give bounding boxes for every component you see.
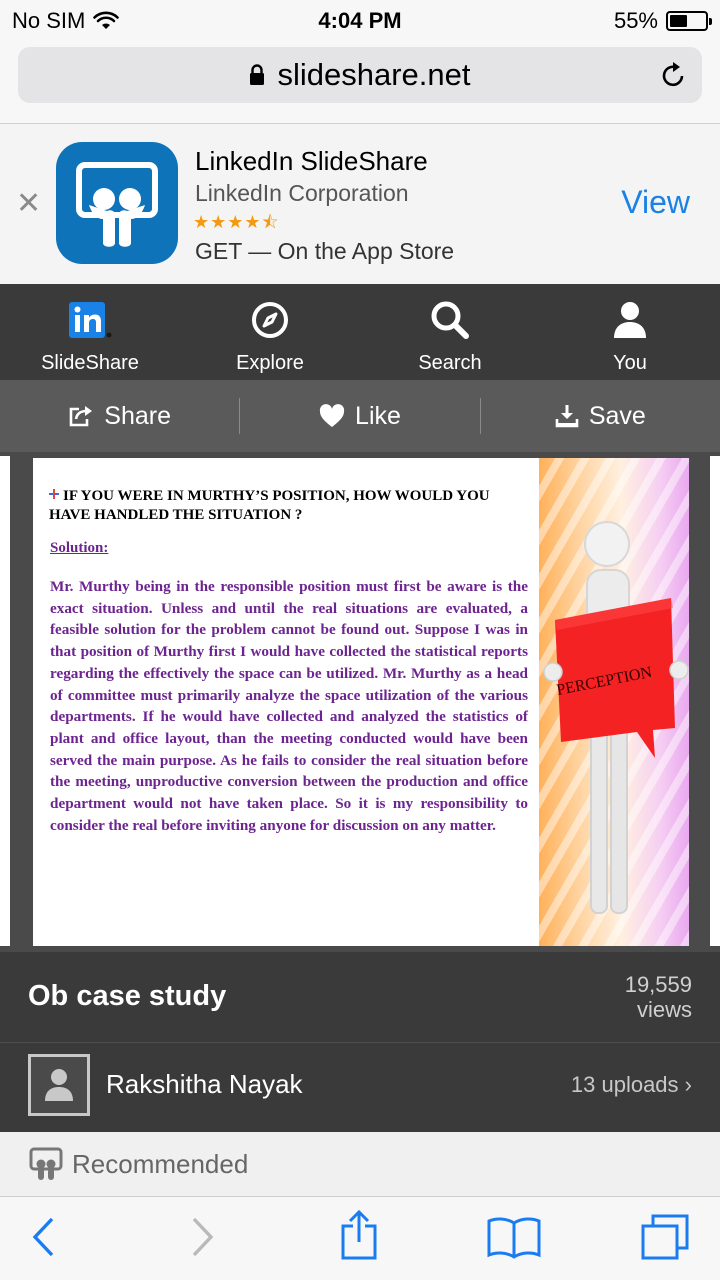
share-sheet-icon[interactable] xyxy=(338,1209,380,1261)
slide-body-text: Mr. Murthy being in the responsible posi… xyxy=(50,578,528,834)
uploads-count: 13 uploads xyxy=(570,1072,679,1097)
nav-label-you: You xyxy=(613,352,647,374)
view-button[interactable]: View xyxy=(621,184,690,221)
action-bar: Share Like Save xyxy=(0,380,720,452)
user-icon xyxy=(614,302,646,338)
clock: 4:04 PM xyxy=(318,8,402,33)
browser-toolbar xyxy=(0,1196,720,1280)
app-developer: LinkedIn Corporation xyxy=(195,180,409,206)
user-avatar-icon xyxy=(45,1069,73,1101)
back-icon[interactable] xyxy=(30,1213,56,1261)
nav-item-slideshare[interactable]: SlideShare xyxy=(0,284,180,380)
battery-icon xyxy=(666,11,712,31)
save-button[interactable]: Save xyxy=(481,402,720,431)
nav-item-you[interactable]: You xyxy=(540,284,720,380)
bookmarks-icon[interactable] xyxy=(486,1215,542,1259)
like-button[interactable]: Like xyxy=(240,402,479,431)
share-button[interactable]: Share xyxy=(0,402,239,431)
nav-item-explore[interactable]: Explore xyxy=(180,284,360,380)
next-slide-peek[interactable] xyxy=(710,456,720,946)
compass-icon xyxy=(252,302,288,338)
slide-page: IF YOU WERE IN MURTHY’S POSITION, HOW WO… xyxy=(33,458,689,946)
share-label: Share xyxy=(104,401,172,430)
battery-fill xyxy=(670,15,687,27)
recommended-header: Recommended xyxy=(0,1132,720,1196)
divider xyxy=(0,1042,720,1043)
close-banner-icon[interactable]: ✕ xyxy=(16,189,41,219)
like-label: Like xyxy=(355,401,401,430)
url-text: slideshare.net xyxy=(277,57,471,92)
previous-slide-peek[interactable] xyxy=(0,456,10,946)
recommended-label: Recommended xyxy=(72,1148,249,1179)
status-bar: No SIM 4:04 PM 55% xyxy=(0,0,720,40)
download-icon xyxy=(555,405,579,428)
address-bar[interactable]: slideshare.net xyxy=(18,47,702,103)
perception-illustration: PERCEPTION xyxy=(539,458,689,946)
avatar[interactable] xyxy=(28,1054,90,1116)
reload-icon[interactable] xyxy=(660,59,688,89)
slide-viewer[interactable]: IF YOU WERE IN MURTHY’S POSITION, HOW WO… xyxy=(0,452,720,952)
linkedin-icon xyxy=(69,302,112,338)
app-store-text: GET — On the App Store xyxy=(195,238,455,264)
forward-icon[interactable] xyxy=(190,1213,216,1261)
author-name[interactable]: Rakshitha Nayak xyxy=(106,1069,303,1100)
presentation-info: Ob case study 19,559 views Rakshitha Nay… xyxy=(0,952,720,1132)
rating-stars: ★★★★⯪ xyxy=(193,212,280,232)
slideshare-nav: SlideShare Explore Search You xyxy=(0,284,720,380)
presentation-title: Ob case study xyxy=(28,980,227,1012)
views-label: views xyxy=(636,997,692,1022)
battery-group: 55% xyxy=(613,8,712,34)
address-bar-container: slideshare.net xyxy=(0,40,720,124)
save-label: Save xyxy=(588,401,646,430)
view-count: 19,559 views xyxy=(625,972,692,1022)
solution-heading: Solution: xyxy=(50,540,109,556)
slideshare-app-icon[interactable] xyxy=(56,142,178,264)
app-name: LinkedIn SlideShare xyxy=(195,146,428,176)
uploads-link[interactable]: 13 uploads › xyxy=(571,1072,692,1098)
battery-percent: 55% xyxy=(613,8,658,33)
lock-icon xyxy=(250,64,265,85)
heart-icon xyxy=(319,404,345,427)
nav-label-search: Search xyxy=(418,352,482,374)
slide-question: IF YOU WERE IN MURTHY’S POSITION, HOW WO… xyxy=(49,488,490,523)
nav-label-slideshare: SlideShare xyxy=(41,352,139,374)
slideshare-logo-icon xyxy=(29,1147,63,1180)
nav-label-explore: Explore xyxy=(236,352,304,374)
tabs-icon[interactable] xyxy=(640,1213,690,1261)
app-banner: ✕ LinkedIn SlideShare LinkedIn Corporati… xyxy=(0,124,720,284)
nav-item-search[interactable]: Search xyxy=(360,284,540,380)
search-icon xyxy=(431,301,469,339)
views-number: 19,559 xyxy=(624,972,692,997)
share-icon xyxy=(69,406,93,427)
chevron-right-icon: › xyxy=(684,1072,692,1097)
